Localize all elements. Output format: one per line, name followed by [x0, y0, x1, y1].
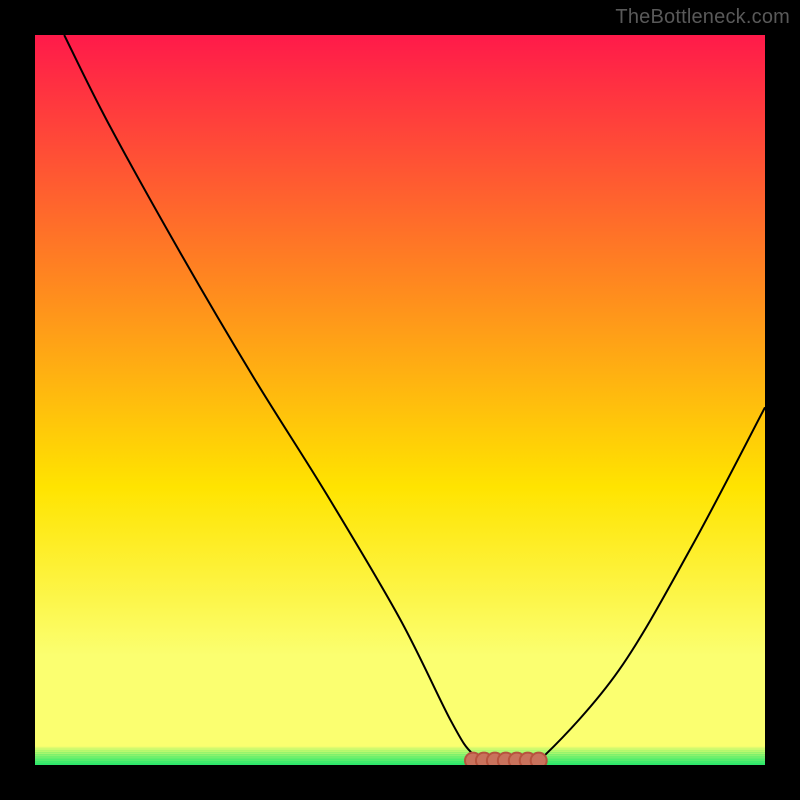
optimal-markers	[465, 753, 547, 765]
plot-area	[35, 35, 765, 765]
watermark-text: TheBottleneck.com	[615, 6, 790, 29]
plot-svg	[35, 35, 765, 765]
chart-frame: TheBottleneck.com	[0, 0, 800, 800]
optimal-marker	[531, 753, 547, 765]
gradient-background	[35, 35, 765, 765]
green-band	[35, 747, 765, 765]
